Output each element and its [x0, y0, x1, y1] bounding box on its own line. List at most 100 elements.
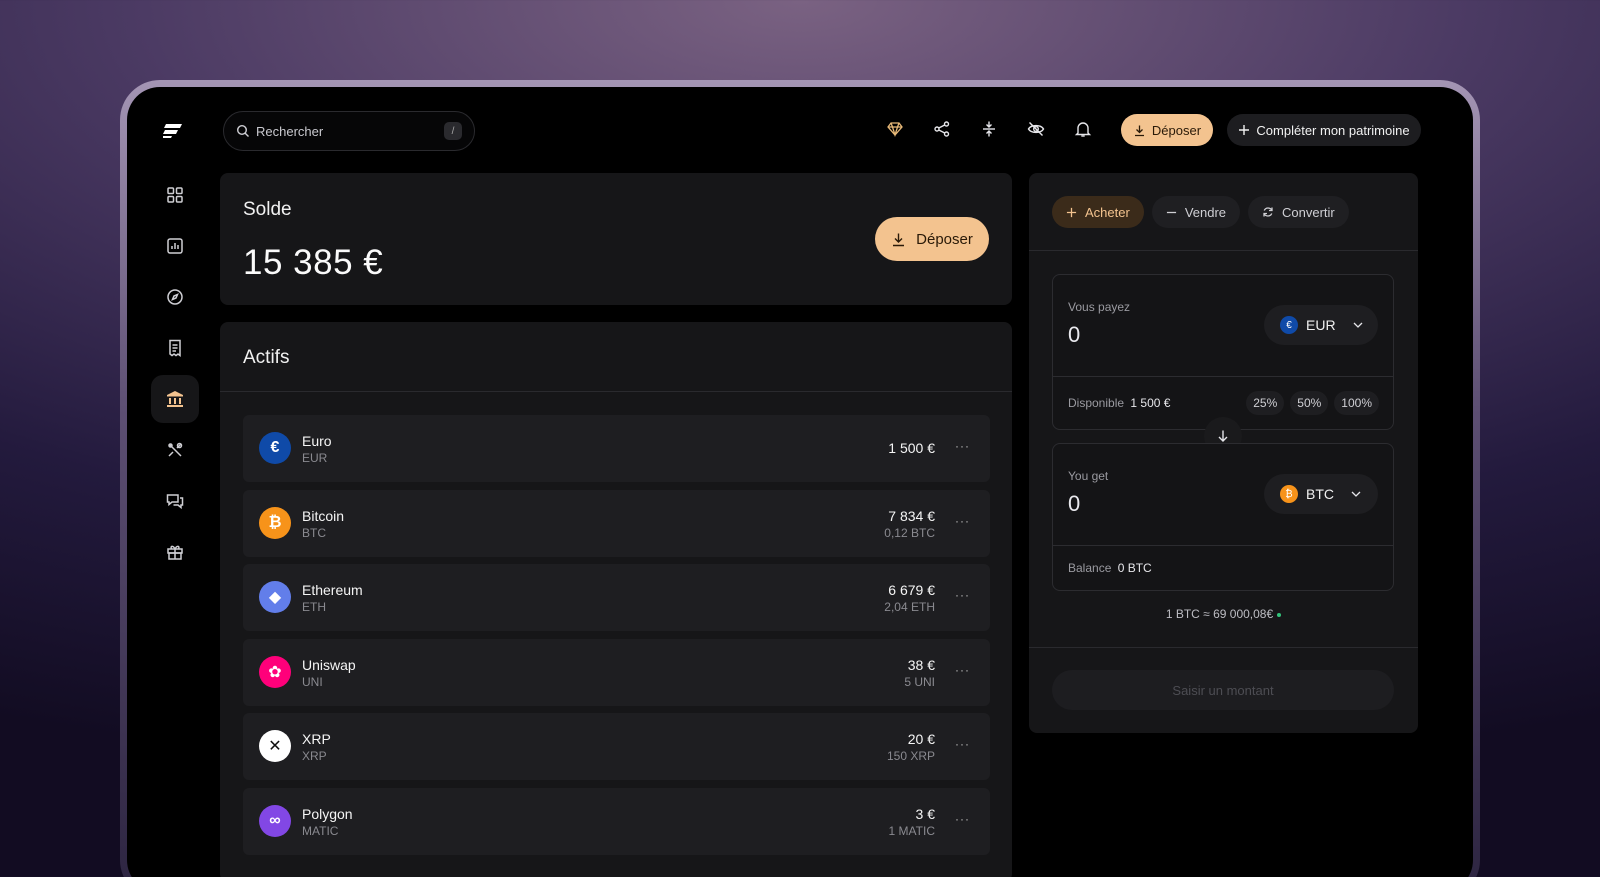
- search-shortcut-hint: /: [444, 122, 462, 140]
- receive-box: You get 0 ₿ BTC Balance 0 BTC: [1052, 443, 1394, 591]
- asset-value: 1 500 €: [888, 440, 935, 456]
- deposit-button-header[interactable]: Déposer: [1121, 114, 1213, 146]
- pay-currency-label: EUR: [1306, 317, 1336, 333]
- deposit-label: Déposer: [916, 230, 973, 248]
- pay-currency-select[interactable]: € EUR: [1264, 305, 1378, 345]
- sidebar-item-bank[interactable]: [151, 375, 199, 423]
- download-icon: [1134, 125, 1144, 136]
- plus-icon: [1066, 207, 1077, 217]
- compass-icon: [167, 289, 183, 305]
- receive-balance-label: Balance: [1068, 561, 1112, 575]
- available-row: Disponible 1 500 €: [1068, 396, 1170, 410]
- balance-row: Balance 0 BTC: [1068, 561, 1152, 575]
- refresh-icon: [1263, 207, 1273, 217]
- balance-label: Solde: [243, 199, 292, 220]
- tab-label: Acheter: [1085, 204, 1130, 220]
- enter-amount-button[interactable]: Saisir un montant: [1052, 670, 1394, 710]
- asset-quantity: 0,12 BTC: [884, 525, 935, 540]
- percent-50-button[interactable]: 50%: [1290, 391, 1329, 415]
- chat-icon: [166, 494, 184, 510]
- pay-label: Vous payez: [1068, 300, 1131, 314]
- exchange-rate-text: 1 BTC ≈ 69 000,08€: [1165, 607, 1274, 621]
- percent-100-button[interactable]: 100%: [1334, 391, 1379, 415]
- more-options-button[interactable]: ···: [955, 737, 970, 751]
- tab-buy[interactable]: Acheter: [1052, 196, 1144, 228]
- bell-icon: [1074, 122, 1092, 137]
- search-input[interactable]: [256, 123, 444, 139]
- sidebar-item-tools[interactable]: [151, 426, 199, 474]
- chart-icon: [167, 238, 183, 254]
- chevron-down-icon: [1351, 491, 1361, 497]
- percent-25-button[interactable]: 25%: [1246, 391, 1285, 415]
- more-options-button[interactable]: ···: [955, 439, 970, 453]
- premium-button[interactable]: [883, 117, 907, 141]
- euro-icon: €: [259, 432, 291, 464]
- trade-card: Acheter Vendre Convertir Vous payez 0 €: [1029, 173, 1418, 733]
- asset-ticker: UNI: [302, 674, 323, 689]
- transfer-button[interactable]: [977, 117, 1001, 141]
- tab-label: Vendre: [1184, 204, 1227, 220]
- asset-row-xrp[interactable]: ✕ XRP XRP 20 € 150 XRP ···: [243, 713, 990, 780]
- more-options-button[interactable]: ···: [955, 588, 970, 602]
- pay-amount-input[interactable]: 0: [1068, 322, 1080, 348]
- asset-row-eth[interactable]: ◆ Ethereum ETH 6 679 € 2,04 ETH ···: [243, 564, 990, 631]
- divider: [1029, 250, 1418, 251]
- tab-convert[interactable]: Convertir: [1248, 196, 1349, 228]
- receive-amount: 0: [1068, 491, 1081, 516]
- asset-ticker: ETH: [302, 600, 326, 614]
- more-options-button[interactable]: ···: [955, 812, 970, 826]
- arrow-down-icon: [1218, 430, 1228, 442]
- search-bar[interactable]: /: [223, 111, 475, 151]
- download-icon: [893, 233, 905, 246]
- asset-quantity: 5 UNI: [904, 674, 935, 689]
- tab-label: Convertir: [1282, 204, 1335, 220]
- sidebar-item-rewards[interactable]: [151, 528, 199, 576]
- receive-currency-label: BTC: [1306, 486, 1334, 502]
- euro-icon: €: [1280, 316, 1298, 334]
- sidebar-item-analytics[interactable]: [151, 222, 199, 270]
- notifications-button[interactable]: [1071, 117, 1095, 141]
- sidebar-item-explore[interactable]: [151, 273, 199, 321]
- asset-quantity: 150 XRP: [886, 749, 935, 763]
- asset-name: Uniswap: [302, 656, 356, 673]
- available-value: 1 500 €: [1130, 396, 1171, 410]
- bank-icon: [167, 391, 183, 407]
- ethereum-icon: ◆: [259, 581, 291, 613]
- asset-row-btc[interactable]: ₿ Bitcoin BTC 7 834 €0,12 BTC ···: [243, 489, 990, 557]
- balance-value: 15 385 €: [243, 243, 384, 282]
- divider: [1053, 376, 1393, 377]
- plus-icon: [1239, 125, 1250, 135]
- sidebar-item-messages[interactable]: [151, 477, 199, 525]
- hide-balance-button[interactable]: [1024, 117, 1048, 141]
- available-label: Disponible: [1068, 396, 1125, 410]
- sidebar-item-receipts[interactable]: [151, 324, 199, 372]
- bitcoin-icon: ₿: [1280, 485, 1298, 503]
- more-options-button[interactable]: ···: [955, 663, 970, 677]
- asset-name: Bitcoin: [302, 507, 345, 524]
- sidebar-item-dashboard[interactable]: [151, 171, 199, 219]
- divider: [1053, 545, 1393, 546]
- eye-off-icon: [1027, 122, 1045, 136]
- arrows-vertical-icon: [983, 121, 995, 137]
- receive-currency-select[interactable]: ₿ BTC: [1264, 474, 1378, 514]
- asset-quantity: 1 MATIC: [888, 823, 935, 838]
- device-frame: / Déposer Compléter mo: [120, 80, 1480, 877]
- receipt-icon: [169, 339, 181, 357]
- asset-row-matic[interactable]: ∞ Polygon MATIC 3 €1 MATIC ···: [243, 787, 990, 855]
- chevron-down-icon: [1353, 322, 1363, 328]
- more-options-button[interactable]: ···: [955, 514, 970, 528]
- pay-box: Vous payez 0 € EUR Disponible 1 500 € 25…: [1052, 274, 1394, 430]
- complete-wealth-label: Compléter mon patrimoine: [1256, 122, 1410, 138]
- asset-row-uni[interactable]: ✿ Uniswap UNI 38 €5 UNI ···: [243, 638, 990, 706]
- percentage-buttons: 25% 50% 100%: [1246, 391, 1379, 415]
- tab-sell[interactable]: Vendre: [1151, 196, 1241, 228]
- asset-value: 3 €: [915, 805, 935, 822]
- diamond-icon: [887, 122, 903, 138]
- assets-card: Actifs € Euro EUR 1 500 € ··· ₿ Bitcoin BTC 7 83…: [220, 322, 1012, 877]
- share-button[interactable]: [930, 117, 954, 141]
- asset-name: Euro: [302, 433, 332, 449]
- share-icon: [934, 121, 950, 137]
- deposit-button[interactable]: Déposer: [875, 217, 989, 261]
- asset-row-eur[interactable]: € Euro EUR 1 500 € ···: [243, 415, 990, 482]
- complete-wealth-button[interactable]: Compléter mon patrimoine: [1227, 114, 1421, 146]
